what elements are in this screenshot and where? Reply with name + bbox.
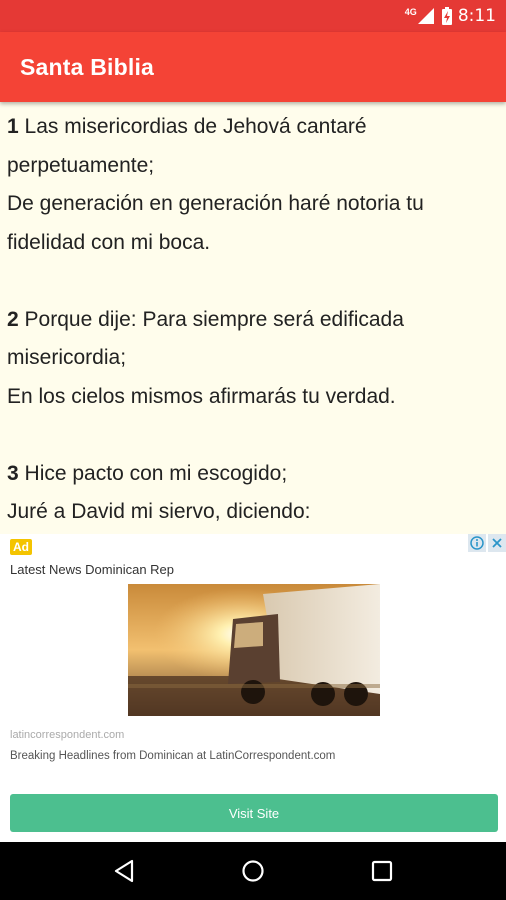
ad-description[interactable]: Breaking Headlines from Dominican at Lat…	[10, 750, 335, 762]
navigation-bar	[0, 842, 506, 900]
visit-site-button[interactable]: Visit Site	[10, 794, 498, 832]
verse-number: 3	[7, 461, 19, 485]
verse-text: Las misericordias de Jehová cantaré perp…	[7, 115, 424, 254]
clock: 8:11	[457, 6, 496, 26]
verse-item: 1 Las misericordias de Jehová cantaré pe…	[7, 108, 498, 262]
network-type-label: 4G	[404, 7, 417, 17]
back-button[interactable]	[104, 851, 144, 891]
info-icon[interactable]	[468, 534, 486, 552]
verse-number: 1	[7, 115, 19, 138]
status-bar: 4G 8:11	[0, 0, 506, 32]
ad-image[interactable]	[128, 584, 380, 716]
verse-item: 2 Porque dije: Para siempre será edifica…	[7, 301, 498, 417]
verse-item: 3 Hice pacto con mi escogido; Juré a Dav…	[7, 455, 498, 532]
ad-domain: latincorrespondent.com	[10, 729, 125, 741]
close-icon[interactable]	[488, 534, 506, 552]
truck-image	[128, 584, 380, 716]
app-bar: Santa Biblia	[0, 32, 506, 102]
verse-text: Porque dije: Para siempre será edificada…	[7, 307, 404, 408]
ad-badge: Ad	[10, 539, 32, 555]
ad-choices[interactable]	[466, 534, 506, 552]
recents-button[interactable]	[362, 851, 402, 891]
signal-indicator: 4G	[404, 7, 434, 24]
home-icon	[242, 860, 264, 882]
battery-icon	[441, 7, 452, 25]
verse-list[interactable]: 1 Las misericordias de Jehová cantaré pe…	[0, 102, 506, 534]
ad-headline[interactable]: Latest News Dominican Rep	[10, 562, 174, 577]
ad-banner[interactable]: Ad Latest News Dominican Rep latincorres…	[0, 534, 506, 842]
back-icon	[115, 859, 134, 883]
app-title: Santa Biblia	[20, 53, 155, 80]
home-button[interactable]	[233, 851, 273, 891]
verse-number: 2	[7, 307, 19, 331]
signal-icon	[417, 8, 434, 24]
battery-indicator	[441, 7, 452, 25]
verse-text: Hice pacto con mi escogido; Juré a David…	[7, 461, 311, 524]
recents-icon	[371, 860, 392, 882]
